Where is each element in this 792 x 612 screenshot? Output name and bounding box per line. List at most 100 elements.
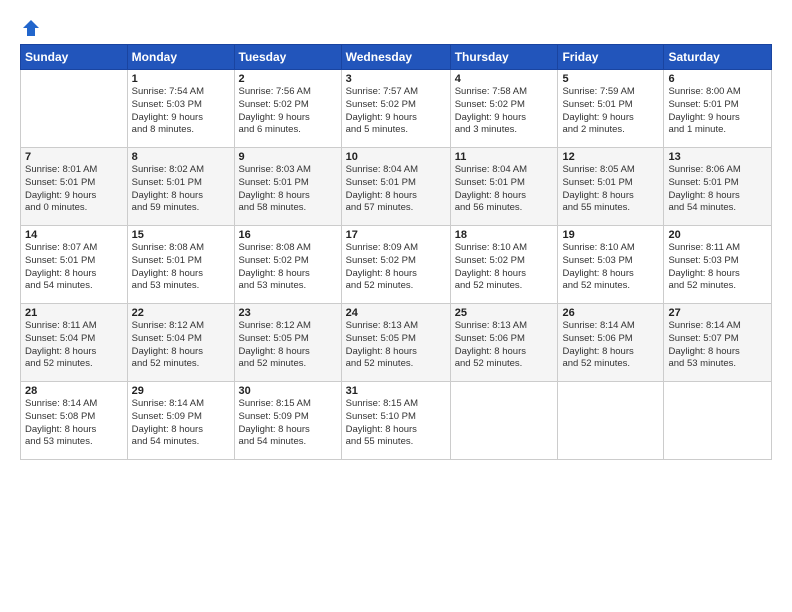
calendar-cell: 13Sunrise: 8:06 AMSunset: 5:01 PMDayligh… — [664, 148, 772, 226]
day-info: Sunrise: 8:13 AMSunset: 5:05 PMDaylight:… — [346, 320, 446, 371]
calendar-cell: 20Sunrise: 8:11 AMSunset: 5:03 PMDayligh… — [664, 226, 772, 304]
day-info: Sunrise: 8:08 AMSunset: 5:02 PMDaylight:… — [239, 242, 337, 293]
day-info: Sunrise: 8:00 AMSunset: 5:01 PMDaylight:… — [668, 86, 767, 137]
day-number: 4 — [455, 73, 554, 85]
calendar-cell: 27Sunrise: 8:14 AMSunset: 5:07 PMDayligh… — [664, 304, 772, 382]
day-info: Sunrise: 8:01 AMSunset: 5:01 PMDaylight:… — [25, 164, 123, 215]
day-number: 22 — [132, 307, 230, 319]
calendar-week-row: 21Sunrise: 8:11 AMSunset: 5:04 PMDayligh… — [21, 304, 772, 382]
logo — [20, 20, 41, 36]
day-info: Sunrise: 8:04 AMSunset: 5:01 PMDaylight:… — [346, 164, 446, 215]
calendar-cell: 16Sunrise: 8:08 AMSunset: 5:02 PMDayligh… — [234, 226, 341, 304]
calendar-cell: 29Sunrise: 8:14 AMSunset: 5:09 PMDayligh… — [127, 382, 234, 460]
day-info: Sunrise: 8:10 AMSunset: 5:03 PMDaylight:… — [562, 242, 659, 293]
day-number: 26 — [562, 307, 659, 319]
calendar-cell — [664, 382, 772, 460]
day-info: Sunrise: 7:54 AMSunset: 5:03 PMDaylight:… — [132, 86, 230, 137]
weekday-header-row: SundayMondayTuesdayWednesdayThursdayFrid… — [21, 45, 772, 70]
calendar-cell: 10Sunrise: 8:04 AMSunset: 5:01 PMDayligh… — [341, 148, 450, 226]
weekday-header-saturday: Saturday — [664, 45, 772, 70]
day-info: Sunrise: 7:56 AMSunset: 5:02 PMDaylight:… — [239, 86, 337, 137]
day-number: 31 — [346, 385, 446, 397]
calendar-week-row: 1Sunrise: 7:54 AMSunset: 5:03 PMDaylight… — [21, 70, 772, 148]
day-number: 8 — [132, 151, 230, 163]
calendar-cell: 31Sunrise: 8:15 AMSunset: 5:10 PMDayligh… — [341, 382, 450, 460]
day-info: Sunrise: 8:11 AMSunset: 5:04 PMDaylight:… — [25, 320, 123, 371]
weekday-header-wednesday: Wednesday — [341, 45, 450, 70]
calendar-cell: 4Sunrise: 7:58 AMSunset: 5:02 PMDaylight… — [450, 70, 558, 148]
logo-icon — [21, 18, 41, 38]
calendar-cell: 8Sunrise: 8:02 AMSunset: 5:01 PMDaylight… — [127, 148, 234, 226]
day-number: 19 — [562, 229, 659, 241]
calendar-cell: 3Sunrise: 7:57 AMSunset: 5:02 PMDaylight… — [341, 70, 450, 148]
day-info: Sunrise: 8:05 AMSunset: 5:01 PMDaylight:… — [562, 164, 659, 215]
day-number: 27 — [668, 307, 767, 319]
calendar-cell: 17Sunrise: 8:09 AMSunset: 5:02 PMDayligh… — [341, 226, 450, 304]
calendar-cell: 24Sunrise: 8:13 AMSunset: 5:05 PMDayligh… — [341, 304, 450, 382]
calendar-cell: 21Sunrise: 8:11 AMSunset: 5:04 PMDayligh… — [21, 304, 128, 382]
calendar-cell: 11Sunrise: 8:04 AMSunset: 5:01 PMDayligh… — [450, 148, 558, 226]
day-info: Sunrise: 8:14 AMSunset: 5:08 PMDaylight:… — [25, 398, 123, 449]
calendar-cell: 25Sunrise: 8:13 AMSunset: 5:06 PMDayligh… — [450, 304, 558, 382]
calendar-cell: 12Sunrise: 8:05 AMSunset: 5:01 PMDayligh… — [558, 148, 664, 226]
day-number: 11 — [455, 151, 554, 163]
day-info: Sunrise: 8:07 AMSunset: 5:01 PMDaylight:… — [25, 242, 123, 293]
calendar-cell: 9Sunrise: 8:03 AMSunset: 5:01 PMDaylight… — [234, 148, 341, 226]
calendar-cell: 7Sunrise: 8:01 AMSunset: 5:01 PMDaylight… — [21, 148, 128, 226]
day-info: Sunrise: 7:59 AMSunset: 5:01 PMDaylight:… — [562, 86, 659, 137]
day-number: 30 — [239, 385, 337, 397]
calendar-cell: 19Sunrise: 8:10 AMSunset: 5:03 PMDayligh… — [558, 226, 664, 304]
calendar-cell: 15Sunrise: 8:08 AMSunset: 5:01 PMDayligh… — [127, 226, 234, 304]
day-number: 15 — [132, 229, 230, 241]
day-info: Sunrise: 8:09 AMSunset: 5:02 PMDaylight:… — [346, 242, 446, 293]
calendar-week-row: 14Sunrise: 8:07 AMSunset: 5:01 PMDayligh… — [21, 226, 772, 304]
calendar-cell: 2Sunrise: 7:56 AMSunset: 5:02 PMDaylight… — [234, 70, 341, 148]
day-info: Sunrise: 8:10 AMSunset: 5:02 PMDaylight:… — [455, 242, 554, 293]
day-number: 12 — [562, 151, 659, 163]
calendar-week-row: 7Sunrise: 8:01 AMSunset: 5:01 PMDaylight… — [21, 148, 772, 226]
day-number: 29 — [132, 385, 230, 397]
day-number: 18 — [455, 229, 554, 241]
day-info: Sunrise: 8:08 AMSunset: 5:01 PMDaylight:… — [132, 242, 230, 293]
weekday-header-monday: Monday — [127, 45, 234, 70]
day-info: Sunrise: 8:03 AMSunset: 5:01 PMDaylight:… — [239, 164, 337, 215]
day-info: Sunrise: 8:14 AMSunset: 5:09 PMDaylight:… — [132, 398, 230, 449]
calendar-cell: 28Sunrise: 8:14 AMSunset: 5:08 PMDayligh… — [21, 382, 128, 460]
calendar-cell — [450, 382, 558, 460]
calendar-cell: 18Sunrise: 8:10 AMSunset: 5:02 PMDayligh… — [450, 226, 558, 304]
day-number: 28 — [25, 385, 123, 397]
calendar-cell — [558, 382, 664, 460]
calendar-cell: 1Sunrise: 7:54 AMSunset: 5:03 PMDaylight… — [127, 70, 234, 148]
day-number: 1 — [132, 73, 230, 85]
day-number: 9 — [239, 151, 337, 163]
day-number: 20 — [668, 229, 767, 241]
day-number: 3 — [346, 73, 446, 85]
day-number: 5 — [562, 73, 659, 85]
day-number: 17 — [346, 229, 446, 241]
weekday-header-friday: Friday — [558, 45, 664, 70]
day-info: Sunrise: 8:12 AMSunset: 5:04 PMDaylight:… — [132, 320, 230, 371]
weekday-header-sunday: Sunday — [21, 45, 128, 70]
day-info: Sunrise: 8:13 AMSunset: 5:06 PMDaylight:… — [455, 320, 554, 371]
header — [20, 16, 772, 36]
day-number: 7 — [25, 151, 123, 163]
calendar-cell: 23Sunrise: 8:12 AMSunset: 5:05 PMDayligh… — [234, 304, 341, 382]
day-info: Sunrise: 8:14 AMSunset: 5:06 PMDaylight:… — [562, 320, 659, 371]
calendar-cell: 5Sunrise: 7:59 AMSunset: 5:01 PMDaylight… — [558, 70, 664, 148]
calendar-cell — [21, 70, 128, 148]
day-info: Sunrise: 8:12 AMSunset: 5:05 PMDaylight:… — [239, 320, 337, 371]
day-number: 6 — [668, 73, 767, 85]
day-info: Sunrise: 8:06 AMSunset: 5:01 PMDaylight:… — [668, 164, 767, 215]
day-info: Sunrise: 8:04 AMSunset: 5:01 PMDaylight:… — [455, 164, 554, 215]
day-info: Sunrise: 8:11 AMSunset: 5:03 PMDaylight:… — [668, 242, 767, 293]
day-number: 21 — [25, 307, 123, 319]
calendar-cell: 30Sunrise: 8:15 AMSunset: 5:09 PMDayligh… — [234, 382, 341, 460]
weekday-header-thursday: Thursday — [450, 45, 558, 70]
calendar-cell: 26Sunrise: 8:14 AMSunset: 5:06 PMDayligh… — [558, 304, 664, 382]
day-info: Sunrise: 8:15 AMSunset: 5:10 PMDaylight:… — [346, 398, 446, 449]
day-number: 24 — [346, 307, 446, 319]
day-number: 25 — [455, 307, 554, 319]
day-info: Sunrise: 7:58 AMSunset: 5:02 PMDaylight:… — [455, 86, 554, 137]
day-info: Sunrise: 8:15 AMSunset: 5:09 PMDaylight:… — [239, 398, 337, 449]
weekday-header-tuesday: Tuesday — [234, 45, 341, 70]
